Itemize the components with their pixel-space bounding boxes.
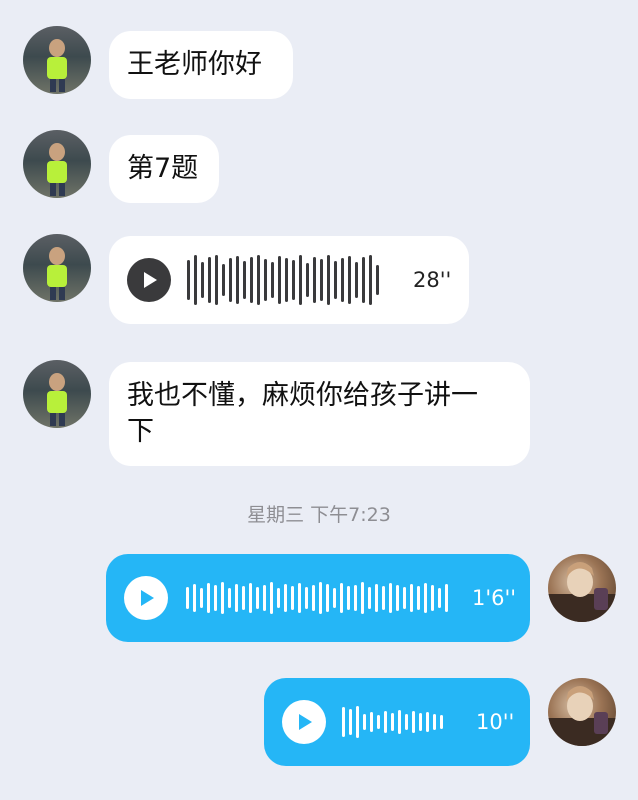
avatar[interactable]: [548, 678, 616, 746]
avatar[interactable]: [548, 554, 616, 622]
message-text: 第7题: [127, 153, 199, 184]
waveform: [186, 571, 448, 625]
voice-message-bubble[interactable]: 1'6'': [106, 554, 530, 642]
child-photo-icon: [47, 143, 67, 196]
waveform: [342, 695, 443, 749]
timestamp: 星期三 下午7:23: [247, 504, 391, 526]
child-photo-icon: [47, 39, 67, 92]
voice-duration: 1'6'': [472, 586, 517, 610]
waveform: [187, 253, 379, 307]
play-icon: [141, 590, 154, 606]
child-photo-icon: [47, 373, 67, 426]
voice-duration: 28'': [413, 268, 452, 292]
child-photo-icon: [47, 247, 67, 300]
voice-duration: 10'': [476, 710, 515, 734]
avatar[interactable]: [23, 234, 91, 302]
avatar[interactable]: [23, 26, 91, 94]
message-bubble[interactable]: 第7题: [109, 135, 219, 203]
message-bubble[interactable]: 王老师你好: [109, 31, 293, 99]
parent-photo-icon: [548, 562, 616, 622]
play-button[interactable]: [282, 700, 326, 744]
play-icon: [299, 714, 312, 730]
avatar[interactable]: [23, 360, 91, 428]
parent-photo-icon: [548, 686, 616, 746]
play-icon: [144, 272, 157, 288]
play-button[interactable]: [124, 576, 168, 620]
play-button[interactable]: [127, 258, 171, 302]
message-text: 王老师你好: [127, 49, 262, 80]
voice-message-bubble[interactable]: 28'': [109, 236, 469, 324]
message-bubble[interactable]: 我也不懂，麻烦你给孩子讲一 下: [109, 362, 530, 466]
message-text: 我也不懂，麻烦你给孩子讲一 下: [127, 380, 478, 447]
avatar[interactable]: [23, 130, 91, 198]
voice-message-bubble[interactable]: 10'': [264, 678, 530, 766]
